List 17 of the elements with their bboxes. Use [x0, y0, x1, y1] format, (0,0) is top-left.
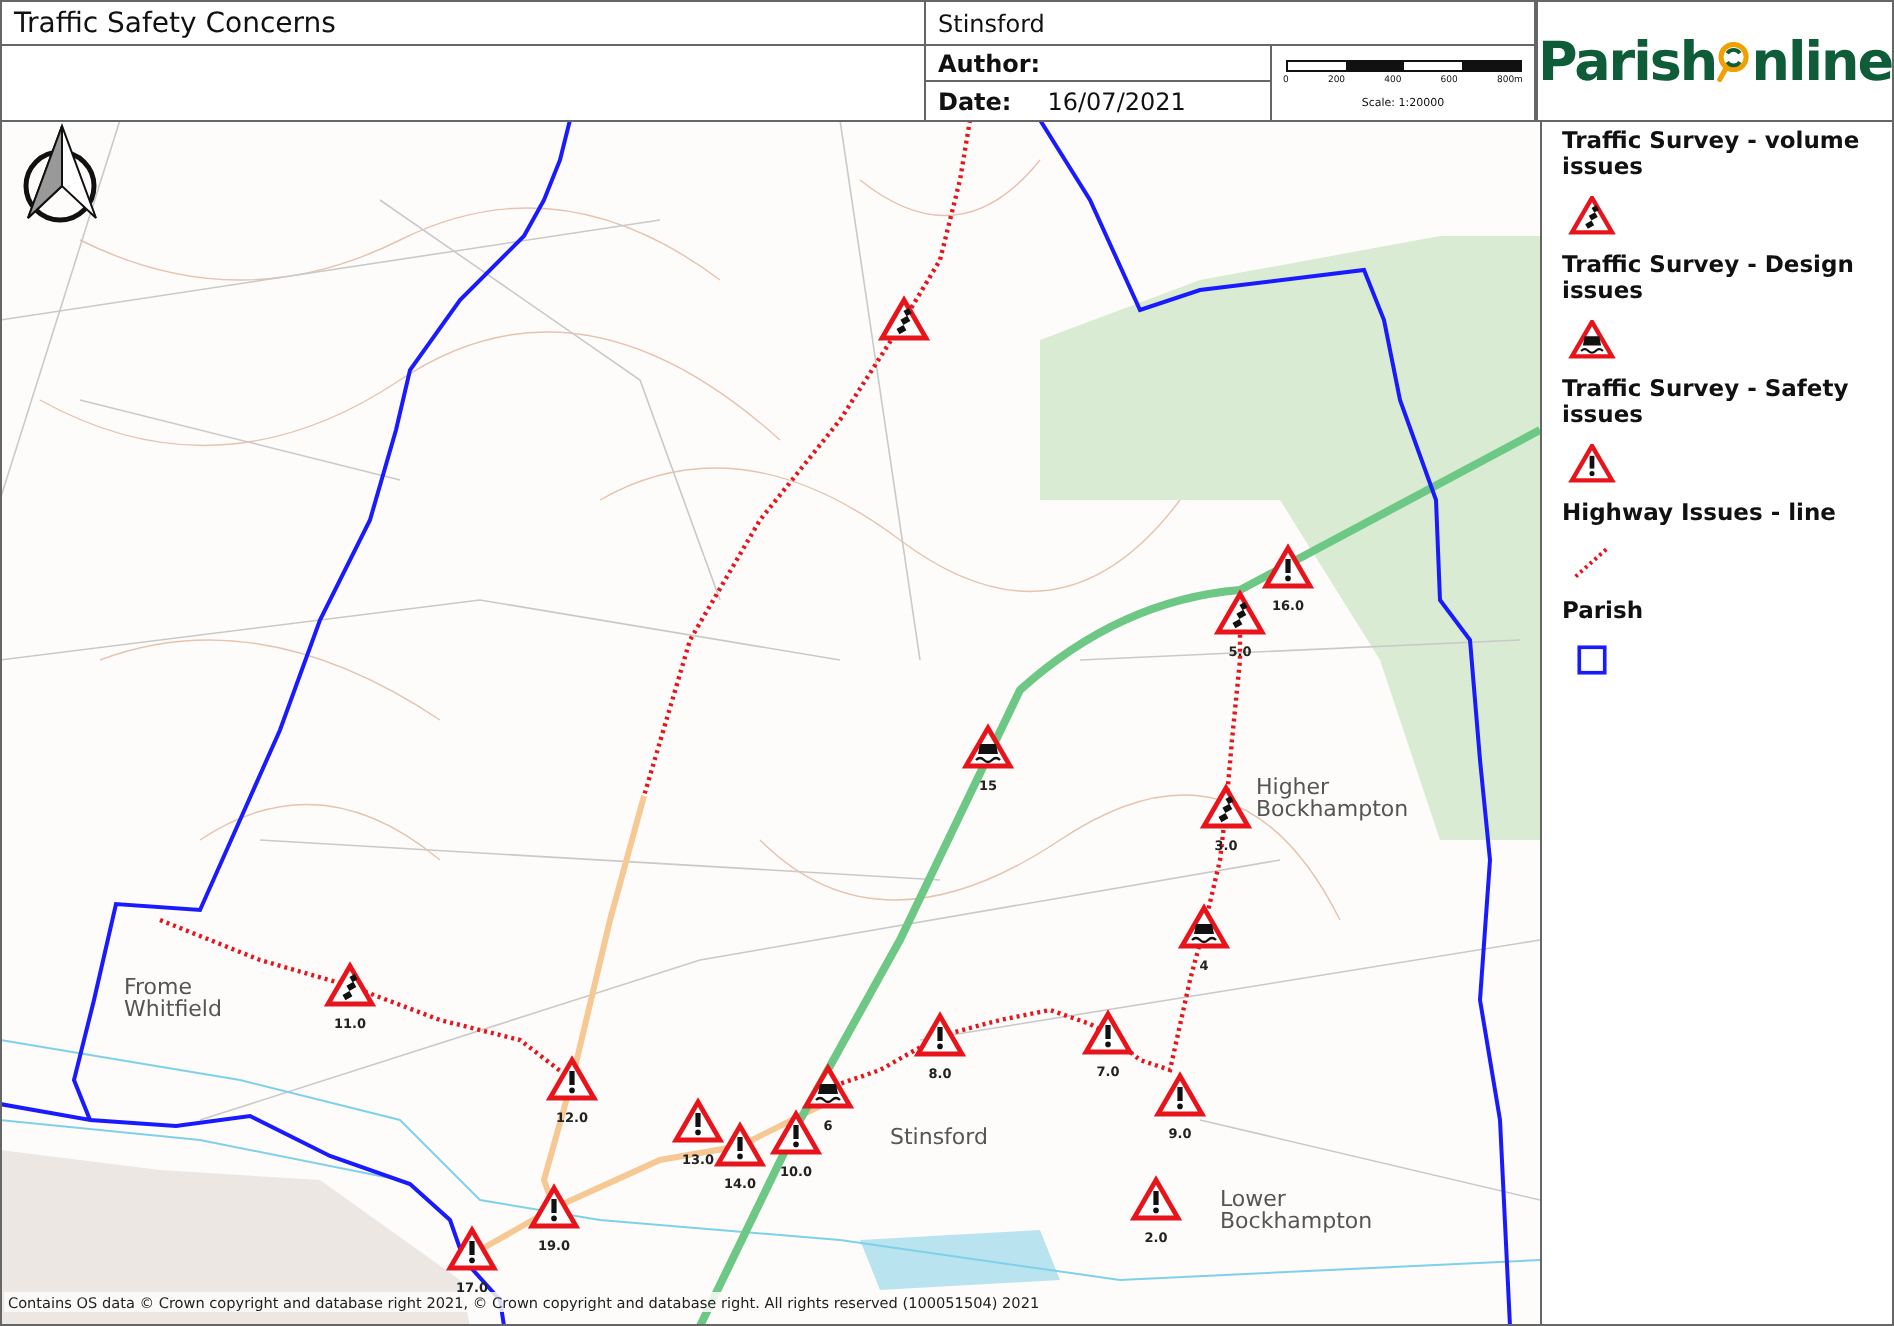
map-title: Traffic Safety Concerns	[14, 7, 336, 39]
author-label: Author:	[938, 49, 1041, 77]
date-label: Date:	[938, 88, 1012, 116]
logo-text: Parish	[1538, 31, 1717, 93]
place-name: Stinsford	[890, 1124, 988, 1150]
place-name: Higher Bockhampton	[1256, 774, 1409, 822]
parish-name: Stinsford	[938, 9, 1045, 37]
place-name: Lower Bockhampton	[1220, 1186, 1373, 1234]
date-value: 16/07/2021	[1047, 88, 1186, 116]
legend-label: Traffic Survey - Design issues	[1562, 252, 1856, 304]
north-arrow-icon	[23, 123, 97, 223]
legend-label: Traffic Survey - volume issues	[1562, 128, 1862, 180]
legend-label: Highway Issues - line	[1562, 500, 1838, 526]
legend-label: Traffic Survey - Safety issues	[1562, 376, 1851, 428]
legend-label: Parish	[1562, 598, 1646, 624]
logo-text: nline	[1751, 31, 1892, 93]
place-name: Frome Whitfield	[124, 974, 222, 1022]
